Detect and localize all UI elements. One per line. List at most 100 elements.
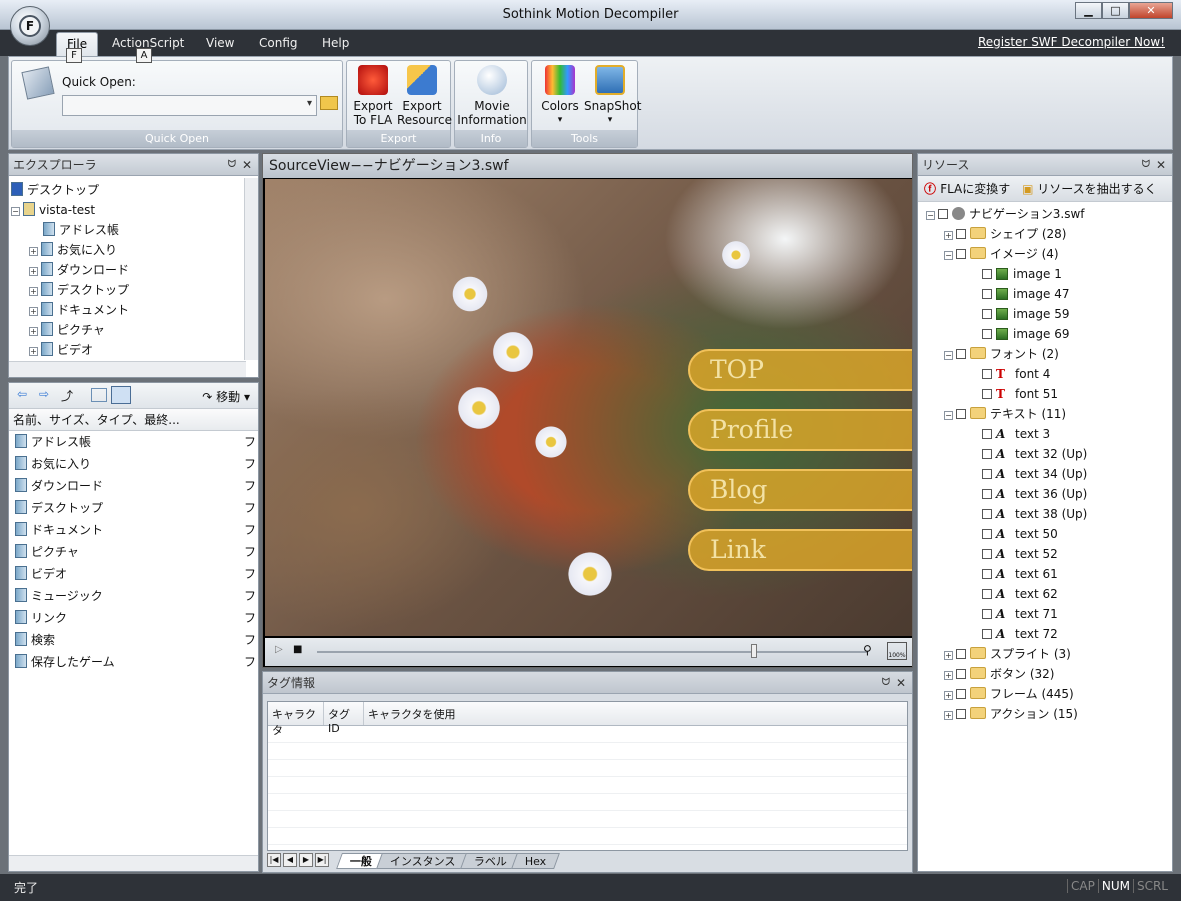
checkbox[interactable] <box>982 509 992 519</box>
checkbox[interactable] <box>956 689 966 699</box>
swf-blog-button[interactable]: Blog <box>688 469 912 511</box>
checkbox[interactable] <box>982 489 992 499</box>
resource-item[interactable]: Atext 72 <box>926 624 1172 644</box>
swf-profile-button[interactable]: Profile <box>688 409 912 451</box>
resource-item[interactable]: image 69 <box>926 324 1172 344</box>
pin-icon[interactable]: ᗢ <box>882 672 890 694</box>
list-item[interactable]: デスクトップ フ <box>9 497 258 519</box>
checkbox[interactable] <box>982 309 992 319</box>
checkbox[interactable] <box>982 549 992 559</box>
list-view-icon[interactable] <box>91 388 107 402</box>
checkbox[interactable] <box>956 669 966 679</box>
resource-item[interactable]: Atext 71 <box>926 604 1172 624</box>
pin-icon[interactable]: ᗢ <box>1142 154 1150 176</box>
expand-icon[interactable]: + <box>29 347 38 356</box>
last-tab-icon[interactable]: ▶| <box>315 853 329 867</box>
list-item[interactable]: ダウンロード フ <box>9 475 258 497</box>
details-view-icon[interactable] <box>111 386 131 404</box>
pin-icon[interactable]: ᗢ <box>228 154 236 176</box>
movie-information-button[interactable]: Movie Information <box>457 65 527 127</box>
checkbox[interactable] <box>982 289 992 299</box>
close-button[interactable]: ✕ <box>1129 2 1173 19</box>
timeline-slider-thumb[interactable] <box>751 644 757 658</box>
quick-open-combo[interactable] <box>62 95 317 116</box>
export-resource-button[interactable]: Export Resource <box>397 65 452 127</box>
explorer-close-icon[interactable]: ✕ <box>242 154 252 176</box>
tree-item-favorites[interactable]: + お気に入り <box>11 240 258 260</box>
expand-icon[interactable]: + <box>29 267 38 276</box>
checkbox[interactable] <box>982 469 992 479</box>
col-character[interactable]: キャラクタ <box>268 702 324 737</box>
resource-item[interactable]: + フレーム (445) <box>926 684 1172 704</box>
expand-icon[interactable]: + <box>29 327 38 336</box>
expand-icon[interactable]: + <box>29 287 38 296</box>
tree-item-desktop-2[interactable]: + デスクトップ <box>11 280 258 300</box>
prev-tab-icon[interactable]: ◀ <box>283 853 297 867</box>
export-to-fla-button[interactable]: Export To FLA <box>353 65 393 127</box>
resource-item[interactable]: Atext 62 <box>926 584 1172 604</box>
tree-item-documents[interactable]: + ドキュメント <box>11 300 258 320</box>
resource-item[interactable]: Atext 61 <box>926 564 1172 584</box>
checkbox[interactable] <box>956 229 966 239</box>
resource-item[interactable]: − テキスト (11) <box>926 404 1172 424</box>
file-list-scrollbar-h[interactable] <box>9 855 258 871</box>
list-item[interactable]: 検索 フ <box>9 629 258 651</box>
expand-icon[interactable]: + <box>29 247 38 256</box>
checkbox[interactable] <box>956 409 966 419</box>
list-item[interactable]: アドレス帳 フ <box>9 431 258 453</box>
checkbox[interactable] <box>982 369 992 379</box>
tree-item-address-book[interactable]: アドレス帳 <box>11 220 258 240</box>
resource-item[interactable]: image 47 <box>926 284 1172 304</box>
convert-to-fla-button[interactable]: ⓕ FLAに変換す <box>924 182 1010 196</box>
timeline-track[interactable] <box>317 651 867 653</box>
list-item[interactable]: ドキュメント フ <box>9 519 258 541</box>
collapse-icon[interactable]: − <box>926 211 935 220</box>
resource-item[interactable]: + スプライト (3) <box>926 644 1172 664</box>
back-icon[interactable]: ⇦ <box>17 387 27 401</box>
list-item[interactable]: ビデオ フ <box>9 563 258 585</box>
swf-top-button[interactable]: TOP <box>688 349 912 391</box>
checkbox[interactable] <box>956 709 966 719</box>
tree-scrollbar-h[interactable] <box>9 361 246 377</box>
colors-button[interactable]: Colors ▾ <box>538 65 582 127</box>
next-tab-icon[interactable]: ▶ <box>299 853 313 867</box>
up-folder-icon[interactable]: ⤴ <box>61 387 73 404</box>
checkbox[interactable] <box>982 529 992 539</box>
checkbox[interactable] <box>982 629 992 639</box>
tag-info-close-icon[interactable]: ✕ <box>896 672 906 694</box>
resource-item[interactable]: + アクション (15) <box>926 704 1172 724</box>
collapse-icon[interactable]: − <box>11 207 20 216</box>
resource-item[interactable]: Atext 36 (Up) <box>926 484 1172 504</box>
checkbox[interactable] <box>956 349 966 359</box>
open-folder-icon[interactable] <box>320 96 338 110</box>
resource-root[interactable]: − ナビゲーション3.swf <box>926 204 1172 224</box>
resource-item[interactable]: Atext 38 (Up) <box>926 504 1172 524</box>
expand-icon[interactable]: + <box>29 307 38 316</box>
checkbox[interactable] <box>982 429 992 439</box>
resource-item[interactable]: + ボタン (32) <box>926 664 1172 684</box>
checkbox[interactable] <box>956 649 966 659</box>
forward-icon[interactable]: ⇨ <box>39 387 49 401</box>
zoom-icon[interactable]: ⚲ <box>863 643 872 657</box>
tree-item-vista-test[interactable]: − vista-test <box>11 200 258 220</box>
expand-icon[interactable]: + <box>944 231 953 240</box>
swf-link-button[interactable]: Link <box>688 529 912 571</box>
register-link[interactable]: Register SWF Decompiler Now! <box>978 35 1165 49</box>
checkbox[interactable] <box>982 609 992 619</box>
resource-item[interactable]: Atext 34 (Up) <box>926 464 1172 484</box>
list-item[interactable]: お気に入り フ <box>9 453 258 475</box>
column-header[interactable]: 名前、サイズ、タイプ、最終... <box>9 409 258 431</box>
checkbox[interactable] <box>982 329 992 339</box>
list-item[interactable]: リンク フ <box>9 607 258 629</box>
checkbox[interactable] <box>982 269 992 279</box>
resource-item[interactable]: Tfont 51 <box>926 384 1172 404</box>
checkbox[interactable] <box>982 569 992 579</box>
collapse-icon[interactable]: − <box>944 411 953 420</box>
first-tab-icon[interactable]: |◀ <box>267 853 281 867</box>
resource-item[interactable]: image 1 <box>926 264 1172 284</box>
resource-item[interactable]: Atext 52 <box>926 544 1172 564</box>
expand-icon[interactable]: + <box>944 711 953 720</box>
expand-icon[interactable]: + <box>944 691 953 700</box>
expand-icon[interactable]: + <box>944 651 953 660</box>
list-item[interactable]: ピクチャ フ <box>9 541 258 563</box>
